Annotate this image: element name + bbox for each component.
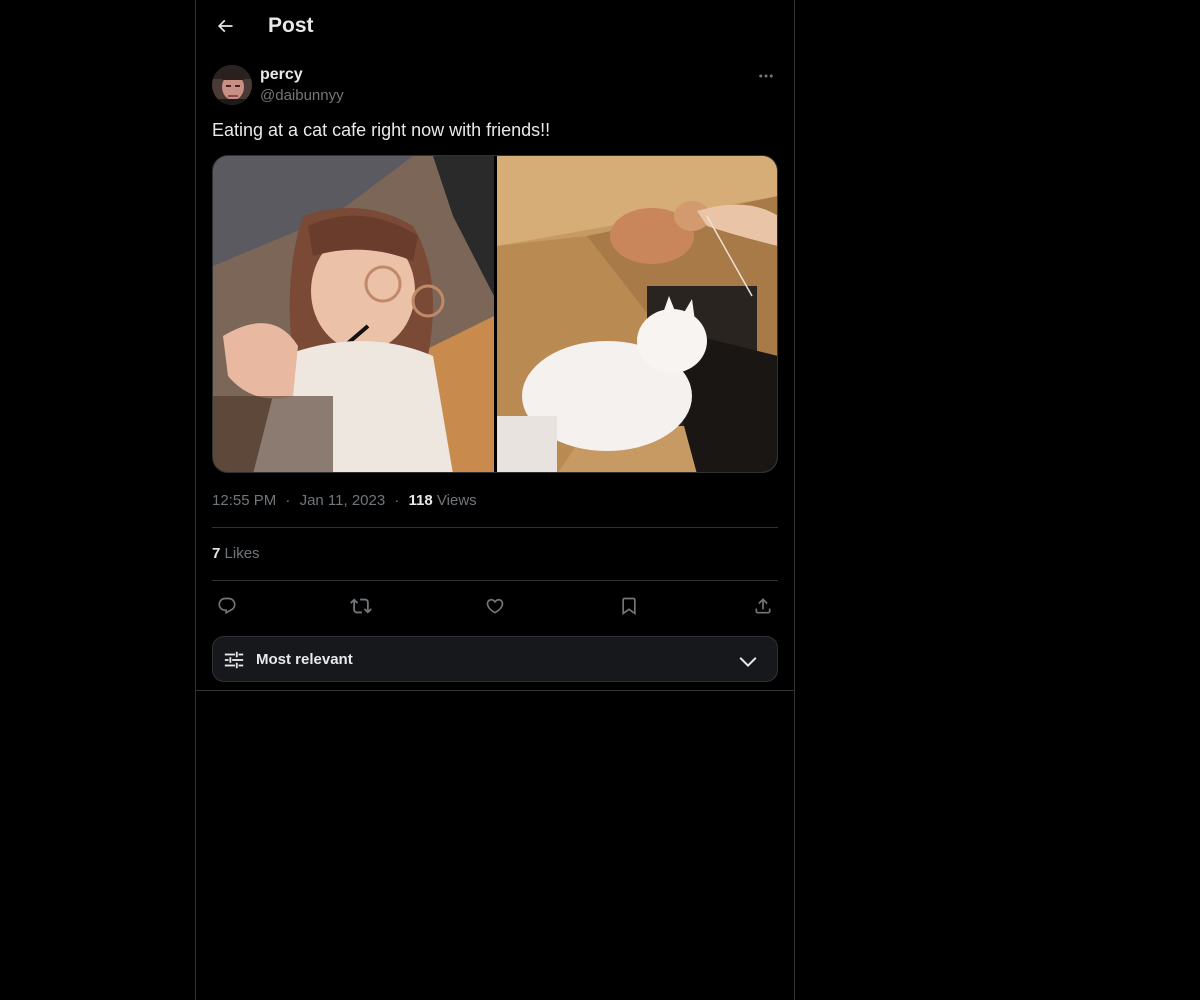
post-time[interactable]: 12:55 PM xyxy=(212,492,276,509)
divider xyxy=(212,527,778,528)
arrow-left-icon xyxy=(217,19,233,33)
reply-icon xyxy=(218,597,236,615)
share-icon xyxy=(755,598,771,614)
meta-separator: · xyxy=(394,492,400,509)
media-photo-selfie[interactable] xyxy=(213,156,494,472)
page-header: Post xyxy=(196,0,794,54)
author-handle[interactable]: @daibunnyy xyxy=(260,87,344,104)
views-label: Views xyxy=(436,492,477,509)
author-display-name[interactable]: percy xyxy=(260,66,303,84)
more-options-button[interactable] xyxy=(754,64,778,88)
post-author: percy @daibunnyy xyxy=(212,64,778,106)
repost-icon xyxy=(350,598,372,614)
divider xyxy=(212,580,778,581)
post-meta: 12:55 PM · Jan 11, 2023 · 118 Views xyxy=(212,492,477,509)
more-horizontal-icon xyxy=(759,74,773,78)
avatar[interactable] xyxy=(212,65,252,105)
like-icon xyxy=(486,598,504,614)
post-text: Eating at a cat cafe right now with frie… xyxy=(212,120,551,140)
reply-button[interactable] xyxy=(212,592,242,620)
back-button[interactable] xyxy=(208,9,242,43)
sliders-icon xyxy=(224,651,244,669)
post-actions xyxy=(212,592,778,620)
bookmark-icon xyxy=(622,597,636,616)
post-date[interactable]: Jan 11, 2023 xyxy=(300,492,386,509)
main-column: Post percy @daibunnyy Eating at a cat ca… xyxy=(195,0,795,1000)
sort-label: Most relevant xyxy=(256,651,353,668)
likes-count: 7 xyxy=(212,545,221,562)
share-button[interactable] xyxy=(748,592,778,620)
divider xyxy=(196,690,794,691)
media-photo-cats[interactable] xyxy=(496,156,777,472)
bookmark-button[interactable] xyxy=(614,592,644,620)
page-title: Post xyxy=(268,14,314,37)
likes-label: Likes xyxy=(224,545,260,562)
likes-link[interactable]: 7 Likes xyxy=(212,545,260,562)
like-button[interactable] xyxy=(480,592,510,620)
meta-separator: · xyxy=(285,492,291,509)
sort-replies-dropdown[interactable]: Most relevant xyxy=(212,636,778,682)
repost-button[interactable] xyxy=(346,592,376,620)
chevron-down-icon xyxy=(739,657,757,668)
views-count: 118 xyxy=(408,492,433,509)
post-media xyxy=(212,155,778,473)
